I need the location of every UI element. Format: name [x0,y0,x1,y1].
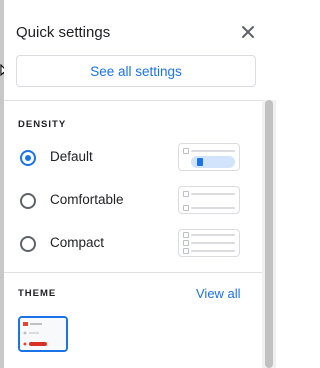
density-option-default[interactable]: Default [18,143,248,173]
scrollbar-track[interactable] [262,100,276,368]
gmail-theme-thumbnail-icon[interactable] [18,316,68,352]
panel-title: Quick settings [16,24,111,41]
compact-density-preview-icon [178,229,240,257]
default-density-preview-icon [178,143,240,171]
density-option-label: Compact [50,235,105,250]
radio-compact[interactable] [20,236,36,252]
density-heading: DENSITY [18,119,67,130]
density-option-comfortable[interactable]: Comfortable [18,186,248,216]
comfortable-density-preview-icon [178,186,240,214]
section-divider [4,272,262,273]
close-icon[interactable] [238,22,258,42]
scrollbar-thumb[interactable] [265,100,273,368]
radio-default[interactable] [20,150,36,166]
quick-settings-header: Quick settings See all settings [4,0,276,101]
density-option-label: Comfortable [50,192,124,207]
radio-comfortable[interactable] [20,193,36,209]
density-option-compact[interactable]: Compact [18,229,248,259]
theme-heading: THEME [18,288,57,299]
view-all-themes-link[interactable]: View all [196,286,241,301]
see-all-settings-button[interactable]: See all settings [16,55,256,87]
density-option-label: Default [50,149,93,164]
